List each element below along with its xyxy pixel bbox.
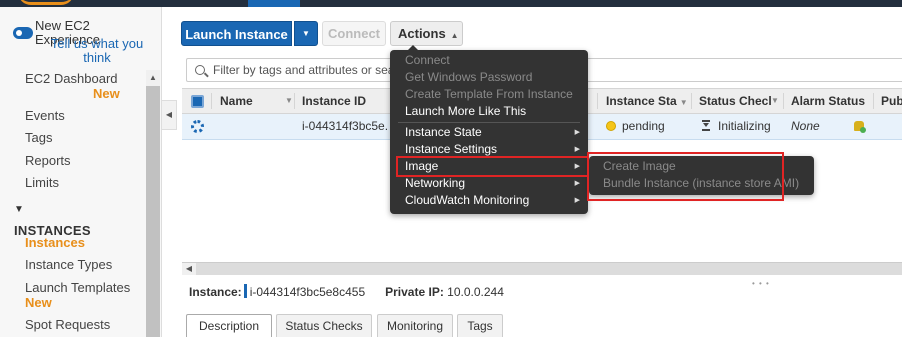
chevron-right-icon: ▶ xyxy=(574,180,580,187)
private-ip-label: Private IP: xyxy=(385,285,444,299)
feedback-link[interactable]: Tell us what you think xyxy=(42,37,152,65)
chevron-down-icon: ▼ xyxy=(302,29,310,38)
column-divider xyxy=(294,93,295,109)
cell-instance-state: pending xyxy=(606,114,686,139)
cell-instance-id: i-044314f3bc5e... xyxy=(302,119,388,133)
actions-dropdown-menu: Connect Get Windows Password Create Temp… xyxy=(390,45,588,214)
tab-description[interactable]: Description xyxy=(186,314,272,337)
chevron-up-icon: ▲ xyxy=(450,31,459,40)
sidebar-item-instances[interactable]: Instances xyxy=(25,235,85,250)
column-header-instance-state[interactable]: Instance Sta ▼ xyxy=(606,89,689,113)
top-navigation-bar xyxy=(0,0,902,7)
sidebar-item-launch-templates[interactable]: Launch Templates New xyxy=(25,280,135,310)
sort-icon: ▼ xyxy=(679,98,688,107)
actions-label: Actions xyxy=(398,26,446,41)
menu-item-instance-state[interactable]: Instance State ▶ xyxy=(390,124,588,141)
cell-status-checks: Initializing xyxy=(702,114,782,139)
column-header-public[interactable]: Pub xyxy=(881,89,902,113)
menu-item-create-template[interactable]: Create Template From Instance xyxy=(390,86,588,103)
create-alarm-icon[interactable] xyxy=(854,121,866,133)
new-badge: New xyxy=(93,86,120,101)
toggle-knob xyxy=(16,30,22,36)
sidebar-item-tags[interactable]: Tags xyxy=(25,130,52,145)
chevron-right-icon: ▶ xyxy=(574,197,580,204)
table-horizontal-scrollbar[interactable]: ◀ xyxy=(182,262,902,275)
instance-id-value: i-044314f3bc5e8c455 xyxy=(249,285,366,299)
launch-dropdown-button[interactable]: ▼ xyxy=(294,21,318,46)
connect-button[interactable]: Connect xyxy=(322,21,386,46)
menu-item-connect[interactable]: Connect xyxy=(390,52,588,69)
instance-label: Instance: xyxy=(189,285,242,299)
select-all-checkbox[interactable] xyxy=(191,95,204,108)
column-header-alarm-status[interactable]: Alarm Status xyxy=(791,89,881,113)
menu-item-launch-more-like-this[interactable]: Launch More Like This xyxy=(390,103,588,120)
chevron-left-icon: ◀ xyxy=(165,110,173,119)
column-header-status-checks[interactable]: Status Checl xyxy=(699,89,781,113)
tab-tags[interactable]: Tags xyxy=(457,314,503,337)
sidebar-item-limits[interactable]: Limits xyxy=(25,175,59,190)
highlight-box-image-submenu xyxy=(587,152,784,201)
aws-logo[interactable] xyxy=(18,0,74,5)
new-badge: New xyxy=(25,295,52,310)
sidebar-item-ec2-dashboard[interactable]: EC2 Dashboard xyxy=(25,71,118,86)
instance-marker xyxy=(243,284,247,298)
sidebar-item-events[interactable]: Events xyxy=(25,108,65,123)
menu-item-get-windows-password[interactable]: Get Windows Password xyxy=(390,69,588,86)
column-divider xyxy=(873,93,874,109)
actions-button[interactable]: Actions ▲ xyxy=(390,21,463,46)
chevron-right-icon: ▶ xyxy=(574,129,580,136)
column-header-name[interactable]: Name xyxy=(220,89,294,113)
column-divider xyxy=(783,93,784,109)
search-icon xyxy=(195,65,205,75)
top-bar-accent xyxy=(248,0,300,7)
column-divider xyxy=(211,93,212,109)
sidebar-scrollbar[interactable]: ▲ xyxy=(146,70,160,337)
column-divider xyxy=(691,93,692,109)
resize-grip-icon[interactable]: • • • xyxy=(752,279,770,288)
section-collapse-arrow-icon[interactable]: ▼ xyxy=(14,204,24,215)
sidebar: New EC2 Experience Tell us what you thin… xyxy=(0,7,162,337)
cell-name xyxy=(220,114,290,139)
sort-icon[interactable]: ▼ xyxy=(771,89,779,113)
sort-icon[interactable]: ▼ xyxy=(285,89,293,113)
loading-spinner-icon xyxy=(191,120,204,133)
hourglass-icon xyxy=(702,120,710,131)
scroll-left-icon[interactable]: ◀ xyxy=(182,263,196,275)
cell-alarm-status: None xyxy=(791,119,820,133)
sidebar-item-instance-types[interactable]: Instance Types xyxy=(25,257,112,272)
menu-caret xyxy=(408,45,418,50)
pending-status-icon xyxy=(606,121,616,131)
tab-status-checks[interactable]: Status Checks xyxy=(276,314,372,337)
column-divider xyxy=(597,93,598,109)
sidebar-item-reports[interactable]: Reports xyxy=(25,153,71,168)
collapse-sidebar-handle[interactable]: ◀ xyxy=(162,100,177,130)
sidebar-item-spot-requests[interactable]: Spot Requests xyxy=(25,317,110,332)
private-ip-value: 10.0.0.244 xyxy=(447,285,504,299)
tab-monitoring[interactable]: Monitoring xyxy=(377,314,453,337)
highlight-box-image-item xyxy=(396,156,589,177)
instance-summary-line: Instance: i-044314f3bc5e8c455 Private IP: … xyxy=(189,284,504,299)
menu-item-networking[interactable]: Networking ▶ xyxy=(390,175,588,192)
menu-item-cloudwatch-monitoring[interactable]: CloudWatch Monitoring ▶ xyxy=(390,192,588,209)
filter-placeholder: Filter by tags and attributes or sea xyxy=(213,63,395,77)
scroll-up-icon[interactable]: ▲ xyxy=(146,70,160,86)
column-header-instance-id[interactable]: Instance ID xyxy=(302,89,402,113)
launch-instance-button[interactable]: Launch Instance xyxy=(181,21,292,46)
new-experience-toggle[interactable] xyxy=(13,27,33,39)
menu-divider xyxy=(398,122,580,123)
